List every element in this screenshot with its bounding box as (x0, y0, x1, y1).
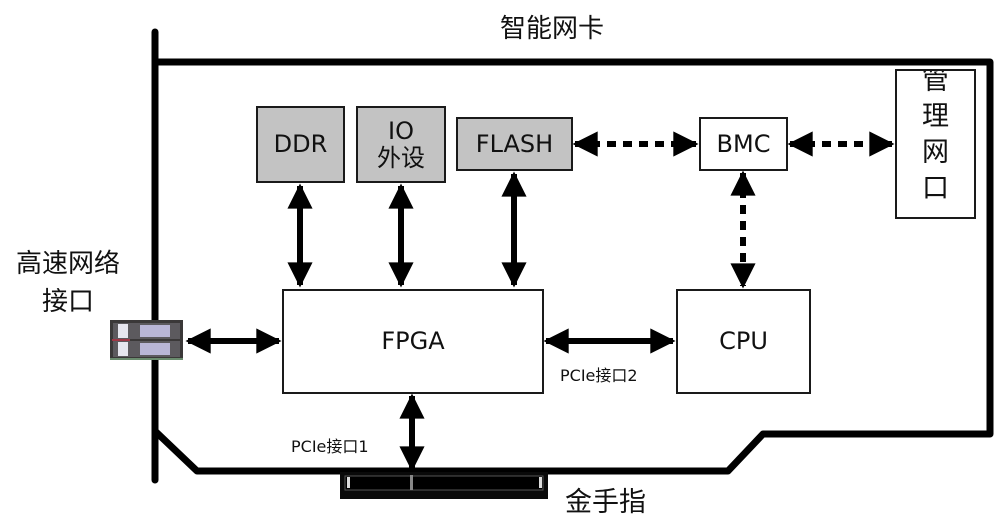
mgmt-char-3: 网 (922, 137, 949, 168)
fpga-label: FPGA (381, 327, 445, 356)
flash-block: FLASH (456, 117, 573, 171)
fpga-block: FPGA (282, 289, 544, 394)
mgmt-char-4: 口 (922, 173, 949, 204)
pcie2-label: PCIe接口2 (560, 366, 638, 385)
network-port-icon (110, 320, 183, 360)
bmc-label: BMC (716, 129, 771, 158)
network-port-label-line2: 接口 (41, 287, 94, 317)
board-outline (151, 28, 994, 484)
network-port-label: 高速网络 接口 (6, 245, 130, 321)
management-port-block: 管 理 网 口 (895, 69, 976, 219)
mgmt-char-1: 管 (922, 69, 949, 96)
io-label-line1: IO (388, 117, 414, 146)
gold-finger-label: 金手指 (565, 487, 646, 518)
ddr-label: DDR (273, 130, 328, 159)
io-label-line2: 外设 (377, 143, 425, 172)
bmc-block: BMC (699, 117, 788, 171)
diagram-title: 智能网卡 (500, 14, 605, 44)
diagram-canvas (110, 28, 994, 499)
cpu-block: CPU (676, 289, 811, 394)
pcie1-label: PCIe接口1 (291, 437, 369, 456)
gold-finger-connector (340, 472, 548, 499)
io-peripheral-block: IO 外设 (356, 106, 446, 183)
cpu-label: CPU (719, 327, 768, 356)
network-port-label-line1: 高速网络 (15, 249, 120, 279)
ddr-block: DDR (256, 106, 345, 183)
mgmt-char-2: 理 (922, 101, 949, 132)
flash-label: FLASH (475, 129, 554, 158)
